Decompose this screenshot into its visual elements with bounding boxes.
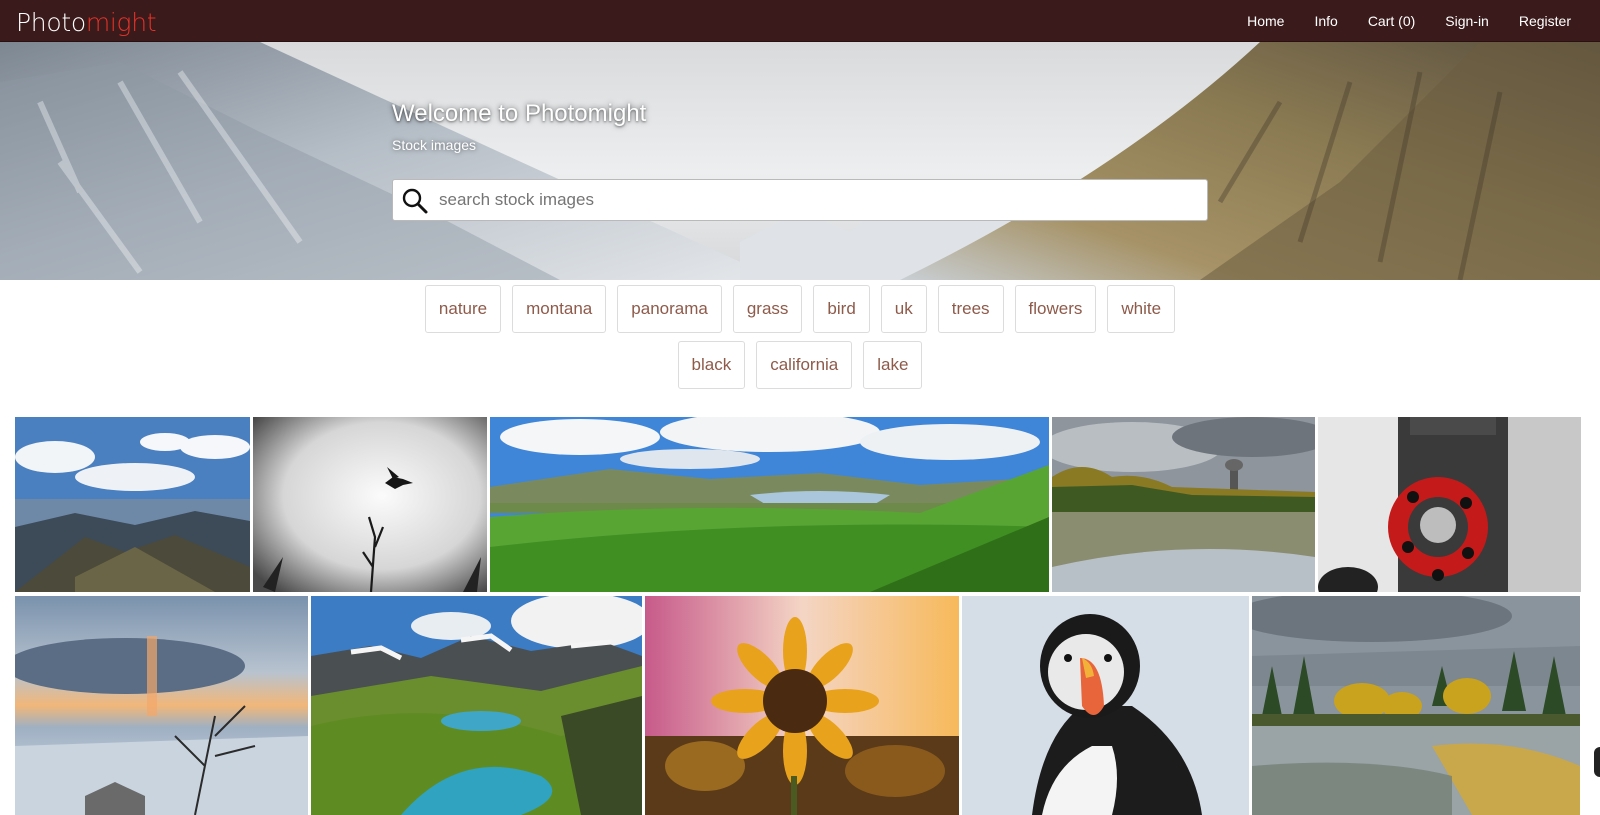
gallery-image-lake-valley[interactable] bbox=[490, 417, 1049, 592]
tag-chip-flowers[interactable]: flowers bbox=[1014, 285, 1097, 333]
search-box bbox=[392, 179, 1208, 221]
gallery-image-poppy-wreath[interactable] bbox=[1318, 417, 1581, 592]
brand-logo[interactable]: Photomight bbox=[16, 8, 157, 37]
gallery-image-sunflower[interactable] bbox=[645, 596, 959, 815]
tag-chip-uk[interactable]: uk bbox=[880, 285, 927, 333]
top-navbar: Photomight Home Info Cart (0) Sign-in Re… bbox=[0, 0, 1600, 42]
search-icon[interactable] bbox=[401, 187, 429, 215]
nav-home-link[interactable]: Home bbox=[1247, 13, 1284, 29]
tag-chip-california[interactable]: california bbox=[756, 341, 853, 389]
brand-part-1: Photo bbox=[16, 8, 86, 37]
tag-chip-black[interactable]: black bbox=[677, 341, 746, 389]
nav-info-link[interactable]: Info bbox=[1314, 13, 1337, 29]
chat-widget-edge[interactable] bbox=[1594, 747, 1600, 777]
hero-mountain-background bbox=[0, 42, 1600, 280]
gallery-image-forest-river[interactable] bbox=[1252, 596, 1580, 815]
tag-chip-panorama[interactable]: panorama bbox=[617, 285, 722, 333]
gallery-image-sunset-snow[interactable] bbox=[15, 596, 308, 815]
gallery-image-puffin[interactable] bbox=[962, 596, 1249, 815]
nav-signin-link[interactable]: Sign-in bbox=[1445, 13, 1489, 29]
tag-row-1: nature montana panorama grass bird uk tr… bbox=[0, 285, 1600, 333]
tag-chip-nature[interactable]: nature bbox=[424, 285, 502, 333]
brand-part-2: might bbox=[85, 8, 157, 37]
search-input[interactable] bbox=[439, 180, 1199, 220]
gallery-image-mountain-sky[interactable] bbox=[15, 417, 250, 592]
tag-chip-bird[interactable]: bird bbox=[813, 285, 870, 333]
tag-chip-white[interactable]: white bbox=[1107, 285, 1176, 333]
tag-chip-trees[interactable]: trees bbox=[937, 285, 1004, 333]
gallery-image-river-autumn[interactable] bbox=[1052, 417, 1315, 592]
tag-row-2: black california lake bbox=[0, 341, 1600, 389]
tag-chip-grass[interactable]: grass bbox=[732, 285, 803, 333]
hero-banner: Welcome to Photomight Stock images bbox=[0, 42, 1600, 280]
hero-subtitle: Stock images bbox=[392, 137, 477, 153]
nav-menu: Home Info Cart (0) Sign-in Register bbox=[1247, 0, 1600, 42]
tag-chip-montana[interactable]: montana bbox=[512, 285, 607, 333]
nav-cart-link[interactable]: Cart (0) bbox=[1368, 13, 1415, 29]
tag-chip-lake[interactable]: lake bbox=[863, 341, 923, 389]
nav-register-link[interactable]: Register bbox=[1519, 13, 1571, 29]
gallery-image-hummingbird[interactable] bbox=[253, 417, 487, 592]
tag-cloud: nature montana panorama grass bird uk tr… bbox=[0, 281, 1600, 389]
hero-title: Welcome to Photomight bbox=[392, 100, 647, 127]
gallery-image-alpine-lake[interactable] bbox=[311, 596, 642, 815]
